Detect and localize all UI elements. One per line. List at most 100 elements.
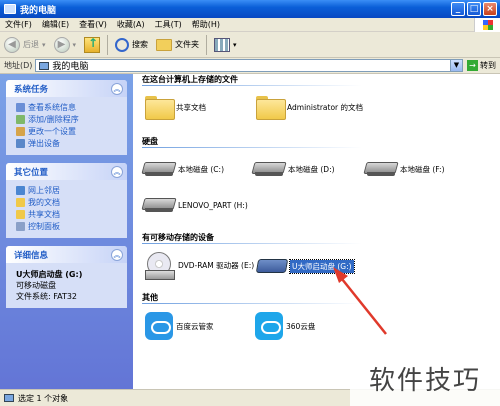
baidu-cloud-icon [145, 312, 173, 340]
menu-edit[interactable]: 编辑(E) [37, 19, 74, 30]
menu-help[interactable]: 帮助(H) [187, 19, 225, 30]
my-computer-icon [4, 4, 16, 14]
hard-disk-icon [365, 160, 397, 178]
control-panel-icon [16, 221, 25, 231]
place-my-documents[interactable]: 我的文档 [16, 196, 121, 208]
group-header-removable: 有可移动存储的设备 [142, 233, 214, 242]
other-places-panel: 其它位置 ︽ 网上邻居 我的文档 共享文档 控制面板 [6, 163, 127, 238]
task-change-setting[interactable]: 更改一个设置 [16, 125, 121, 137]
usb-drive-icon [255, 259, 289, 273]
drive-h[interactable]: LENOVO_PART (H:) [143, 196, 248, 214]
back-label: 后退 [23, 40, 39, 49]
close-button[interactable]: × [483, 2, 497, 16]
group-divider [142, 303, 362, 304]
folders-icon [156, 38, 173, 51]
group-header-stored-files: 在这台计算机上存储的文件 [142, 75, 238, 84]
drive-e-dvd[interactable]: DVD-RAM 驱动器 (E:) [145, 250, 254, 280]
network-icon [16, 185, 25, 195]
search-button[interactable]: 搜索 [111, 34, 152, 56]
address-input[interactable]: 我的电脑 ▼ [35, 59, 463, 72]
hard-disk-icon [253, 160, 285, 178]
menu-file[interactable]: 文件(F) [0, 19, 37, 30]
maximize-button[interactable]: □ [467, 2, 481, 16]
go-label: 转到 [480, 61, 496, 70]
go-button[interactable]: → 转到 [463, 60, 500, 71]
details-panel: 详细信息 ︽ U大师启动盘 (G:) 可移动磁盘 文件系统: FAT32 [6, 246, 127, 308]
collapse-icon[interactable]: ︽ [111, 165, 123, 178]
place-label: 网上邻居 [28, 185, 60, 195]
hard-disk-icon [143, 196, 175, 214]
windows-logo-icon [474, 18, 500, 32]
group-divider [142, 243, 362, 244]
views-button[interactable]: ▾ [210, 34, 241, 56]
system-tasks-panel: 系统任务 ︽ 查看系统信息 添加/删除程序 更改一个设置 弹出设备 [6, 80, 127, 155]
system-tasks-header[interactable]: 系统任务 ︽ [6, 80, 127, 97]
views-icon [214, 37, 231, 52]
go-arrow-icon: → [467, 60, 478, 71]
search-label: 搜索 [132, 40, 149, 49]
toolbar-separator [206, 34, 208, 55]
item-label-selected: U大师启动盘 (G:) [289, 258, 355, 274]
detail-item-type: 可移动磁盘 [16, 281, 56, 290]
place-label: 我的文档 [28, 197, 60, 207]
drive-d[interactable]: 本地磁盘 (D:) [253, 160, 335, 178]
drive-g-usb[interactable]: U大师启动盘 (G:) [255, 258, 355, 274]
detail-item-name: U大师启动盘 (G:) [16, 270, 83, 279]
item-label: 百度云管家 [176, 321, 214, 331]
baidu-cloud-item[interactable]: 百度云管家 [145, 312, 214, 340]
folder-shared-documents[interactable]: 共享文档 [145, 96, 206, 120]
forward-arrow-icon: ▶ [53, 36, 70, 53]
item-label: LENOVO_PART (H:) [178, 200, 248, 210]
item-label: 360云盘 [286, 321, 316, 331]
place-label: 控制面板 [28, 221, 60, 231]
title-bar: 我的电脑 _ □ × [0, 0, 500, 18]
menu-tools[interactable]: 工具(T) [150, 19, 187, 30]
address-value: 我的电脑 [52, 62, 89, 72]
address-dropdown-icon[interactable]: ▼ [450, 60, 462, 71]
task-label: 弹出设备 [28, 138, 60, 148]
item-label: 本地磁盘 (C:) [178, 164, 224, 174]
watermark: 软件技巧 [350, 350, 500, 406]
minimize-button[interactable]: _ [451, 2, 465, 16]
item-label: 共享文档 [176, 102, 206, 112]
folder-icon [256, 96, 286, 120]
status-icon [4, 394, 14, 402]
menu-favorites[interactable]: 收藏(A) [112, 19, 150, 30]
group-divider [142, 147, 362, 148]
content-area: 在这台计算机上存储的文件 共享文档 Administrator 的文档 硬盘 本… [133, 74, 500, 389]
collapse-icon[interactable]: ︽ [111, 248, 123, 261]
cloud360-item[interactable]: 360云盘 [255, 312, 315, 340]
folders-button[interactable]: 文件夹 [152, 34, 203, 56]
forward-button[interactable]: ▶ ▾ [50, 34, 81, 56]
address-label: 地址(D) [4, 61, 33, 70]
dvd-drive-icon [145, 250, 175, 280]
task-label: 添加/删除程序 [28, 114, 79, 124]
place-network[interactable]: 网上邻居 [16, 184, 121, 196]
drive-f[interactable]: 本地磁盘 (F:) [365, 160, 445, 178]
task-view-system-info[interactable]: 查看系统信息 [16, 101, 121, 113]
folder-icon [145, 96, 175, 120]
task-add-remove-programs[interactable]: 添加/删除程序 [16, 113, 121, 125]
up-folder-button[interactable] [80, 34, 104, 56]
back-button[interactable]: ◀ 后退 ▾ [0, 34, 50, 56]
add-remove-icon [16, 114, 25, 124]
task-eject-device[interactable]: 弹出设备 [16, 137, 121, 149]
place-shared-documents[interactable]: 共享文档 [16, 208, 121, 220]
my-computer-icon [39, 61, 50, 70]
folders-label: 文件夹 [175, 40, 200, 49]
drive-c[interactable]: 本地磁盘 (C:) [143, 160, 224, 178]
menu-view[interactable]: 查看(V) [74, 19, 112, 30]
search-icon [115, 37, 130, 52]
collapse-icon[interactable]: ︽ [111, 82, 123, 95]
folder-admin-documents[interactable]: Administrator 的文档 [256, 96, 364, 120]
details-header[interactable]: 详细信息 ︽ [6, 246, 127, 263]
group-header-hard-drives: 硬盘 [142, 137, 158, 146]
place-control-panel[interactable]: 控制面板 [16, 220, 121, 232]
cloud-360-icon [255, 312, 283, 340]
task-label: 更改一个设置 [28, 126, 76, 136]
details-title: 详细信息 [14, 250, 49, 261]
other-places-header[interactable]: 其它位置 ︽ [6, 163, 127, 180]
item-label: Administrator 的文档 [287, 102, 364, 112]
hard-disk-icon [143, 160, 175, 178]
eject-icon [16, 138, 25, 148]
